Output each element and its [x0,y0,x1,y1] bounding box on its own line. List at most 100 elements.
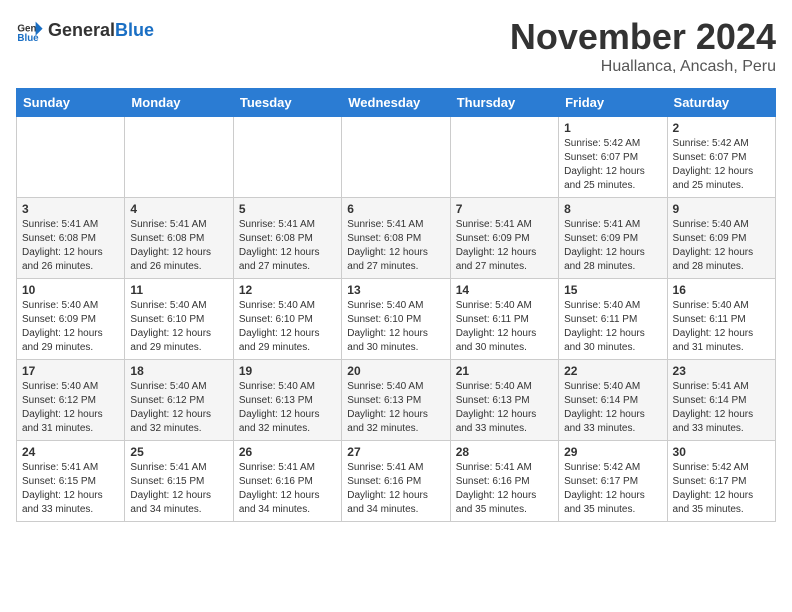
calendar-cell: 2Sunrise: 5:42 AM Sunset: 6:07 PM Daylig… [667,117,775,198]
calendar-cell: 21Sunrise: 5:40 AM Sunset: 6:13 PM Dayli… [450,360,558,441]
day-number: 9 [673,202,770,216]
calendar-cell: 29Sunrise: 5:42 AM Sunset: 6:17 PM Dayli… [559,441,667,522]
day-number: 12 [239,283,336,297]
day-number: 4 [130,202,227,216]
cell-info: Sunrise: 5:40 AM Sunset: 6:09 PM Dayligh… [673,218,770,274]
svg-text:Blue: Blue [17,33,39,44]
calendar-cell: 17 Sunrise: 5:40 AM Sunset: 6:12 PM Dayli… [17,360,125,441]
calendar-cell: 10Sunrise: 5:40 AM Sunset: 6:09 PM Dayli… [17,279,125,360]
cell-info: Sunrise: 5:40 AM Sunset: 6:09 PM Dayligh… [22,299,119,355]
cell-info: Sunrise: 5:40 AM Sunset: 6:10 PM Dayligh… [239,299,336,355]
logo-icon: Gen Blue [16,16,44,44]
calendar-cell: 5 Sunrise: 5:41 AM Sunset: 6:08 PM Daylig… [233,198,341,279]
calendar-cell: 16Sunrise: 5:40 AM Sunset: 6:11 PM Dayli… [667,279,775,360]
calendar-cell [450,117,558,198]
calendar-cell [342,117,450,198]
calendar-cell [233,117,341,198]
calendar-cell [125,117,233,198]
cell-info: Sunrise: 5:41 AM Sunset: 6:09 PM Dayligh… [456,218,553,274]
calendar-cell: 4 Sunrise: 5:41 AM Sunset: 6:08 PM Daylig… [125,198,233,279]
calendar-week-row: 1 Sunrise: 5:42 AM Sunset: 6:07 PM Daylig… [17,117,776,198]
calendar-table: SundayMondayTuesdayWednesdayThursdayFrid… [16,88,776,522]
cell-info: Sunrise: 5:42 AM Sunset: 6:07 PM Dayligh… [564,137,661,193]
day-number: 6 [347,202,444,216]
day-number: 29 [564,445,661,459]
day-number: 30 [673,445,770,459]
calendar-cell: 28 Sunrise: 5:41 AM Sunset: 6:16 PM Dayli… [450,441,558,522]
day-number: 5 [239,202,336,216]
day-number: 26 [239,445,336,459]
calendar-week-row: 3 Sunrise: 5:41 AM Sunset: 6:08 PM Daylig… [17,198,776,279]
calendar-cell [17,117,125,198]
cell-info: Sunrise: 5:41 AM Sunset: 6:15 PM Dayligh… [22,461,119,517]
calendar-cell: 1 Sunrise: 5:42 AM Sunset: 6:07 PM Daylig… [559,117,667,198]
calendar-cell: 12 Sunrise: 5:40 AM Sunset: 6:10 PM Dayli… [233,279,341,360]
calendar-header-monday: Monday [125,89,233,117]
cell-info: Sunrise: 5:41 AM Sunset: 6:08 PM Dayligh… [347,218,444,274]
calendar-cell: 9 Sunrise: 5:40 AM Sunset: 6:09 PM Daylig… [667,198,775,279]
calendar-cell: 15Sunrise: 5:40 AM Sunset: 6:11 PM Dayli… [559,279,667,360]
day-number: 1 [564,121,661,135]
cell-info: Sunrise: 5:40 AM Sunset: 6:12 PM Dayligh… [22,380,119,436]
day-number: 11 [130,283,227,297]
title-area: November 2024 Huallanca, Ancash, Peru [510,16,776,76]
cell-info: Sunrise: 5:41 AM Sunset: 6:08 PM Dayligh… [239,218,336,274]
day-number: 27 [347,445,444,459]
cell-info: Sunrise: 5:40 AM Sunset: 6:13 PM Dayligh… [347,380,444,436]
day-number: 13 [347,283,444,297]
cell-info: Sunrise: 5:41 AM Sunset: 6:16 PM Dayligh… [347,461,444,517]
calendar-cell: 6 Sunrise: 5:41 AM Sunset: 6:08 PM Daylig… [342,198,450,279]
day-number: 28 [456,445,553,459]
location-title: Huallanca, Ancash, Peru [510,58,776,76]
logo: Gen Blue GeneralBlue [16,16,154,44]
calendar-cell: 26Sunrise: 5:41 AM Sunset: 6:16 PM Dayli… [233,441,341,522]
day-number: 17 [22,364,119,378]
cell-info: Sunrise: 5:41 AM Sunset: 6:15 PM Dayligh… [130,461,227,517]
cell-info: Sunrise: 5:42 AM Sunset: 6:07 PM Dayligh… [673,137,770,193]
day-number: 14 [456,283,553,297]
cell-info: Sunrise: 5:41 AM Sunset: 6:16 PM Dayligh… [456,461,553,517]
calendar-cell: 27 Sunrise: 5:41 AM Sunset: 6:16 PM Dayli… [342,441,450,522]
month-title: November 2024 [510,16,776,58]
day-number: 24 [22,445,119,459]
calendar-cell: 24 Sunrise: 5:41 AM Sunset: 6:15 PM Dayli… [17,441,125,522]
calendar-header-row: SundayMondayTuesdayWednesdayThursdayFrid… [17,89,776,117]
calendar-week-row: 10Sunrise: 5:40 AM Sunset: 6:09 PM Dayli… [17,279,776,360]
day-number: 23 [673,364,770,378]
calendar-week-row: 17 Sunrise: 5:40 AM Sunset: 6:12 PM Dayli… [17,360,776,441]
cell-info: Sunrise: 5:40 AM Sunset: 6:13 PM Dayligh… [239,380,336,436]
cell-info: Sunrise: 5:42 AM Sunset: 6:17 PM Dayligh… [673,461,770,517]
cell-info: Sunrise: 5:40 AM Sunset: 6:13 PM Dayligh… [456,380,553,436]
calendar-cell: 11 Sunrise: 5:40 AM Sunset: 6:10 PM Dayli… [125,279,233,360]
calendar-cell: 14 Sunrise: 5:40 AM Sunset: 6:11 PM Dayli… [450,279,558,360]
calendar-cell: 18Sunrise: 5:40 AM Sunset: 6:12 PM Dayli… [125,360,233,441]
cell-info: Sunrise: 5:40 AM Sunset: 6:11 PM Dayligh… [456,299,553,355]
cell-info: Sunrise: 5:40 AM Sunset: 6:10 PM Dayligh… [347,299,444,355]
calendar-header-sunday: Sunday [17,89,125,117]
calendar-cell: 13 Sunrise: 5:40 AM Sunset: 6:10 PM Dayli… [342,279,450,360]
calendar-header-tuesday: Tuesday [233,89,341,117]
calendar-header-wednesday: Wednesday [342,89,450,117]
cell-info: Sunrise: 5:41 AM Sunset: 6:08 PM Dayligh… [130,218,227,274]
calendar-cell: 19Sunrise: 5:40 AM Sunset: 6:13 PM Dayli… [233,360,341,441]
header: Gen Blue GeneralBlue November 2024 Huall… [16,16,776,76]
cell-info: Sunrise: 5:41 AM Sunset: 6:08 PM Dayligh… [22,218,119,274]
calendar-cell: 3 Sunrise: 5:41 AM Sunset: 6:08 PM Daylig… [17,198,125,279]
calendar-cell: 25Sunrise: 5:41 AM Sunset: 6:15 PM Dayli… [125,441,233,522]
cell-info: Sunrise: 5:41 AM Sunset: 6:09 PM Dayligh… [564,218,661,274]
day-number: 18 [130,364,227,378]
cell-info: Sunrise: 5:40 AM Sunset: 6:10 PM Dayligh… [130,299,227,355]
calendar-cell: 7Sunrise: 5:41 AM Sunset: 6:09 PM Daylig… [450,198,558,279]
day-number: 22 [564,364,661,378]
day-number: 20 [347,364,444,378]
calendar-header-thursday: Thursday [450,89,558,117]
cell-info: Sunrise: 5:40 AM Sunset: 6:14 PM Dayligh… [564,380,661,436]
calendar-cell: 30 Sunrise: 5:42 AM Sunset: 6:17 PM Dayli… [667,441,775,522]
logo-blue-text: Blue [115,20,154,41]
calendar-cell: 23Sunrise: 5:41 AM Sunset: 6:14 PM Dayli… [667,360,775,441]
day-number: 3 [22,202,119,216]
day-number: 8 [564,202,661,216]
calendar-header-saturday: Saturday [667,89,775,117]
calendar-cell: 20 Sunrise: 5:40 AM Sunset: 6:13 PM Dayli… [342,360,450,441]
logo-general-text: General [48,20,115,41]
